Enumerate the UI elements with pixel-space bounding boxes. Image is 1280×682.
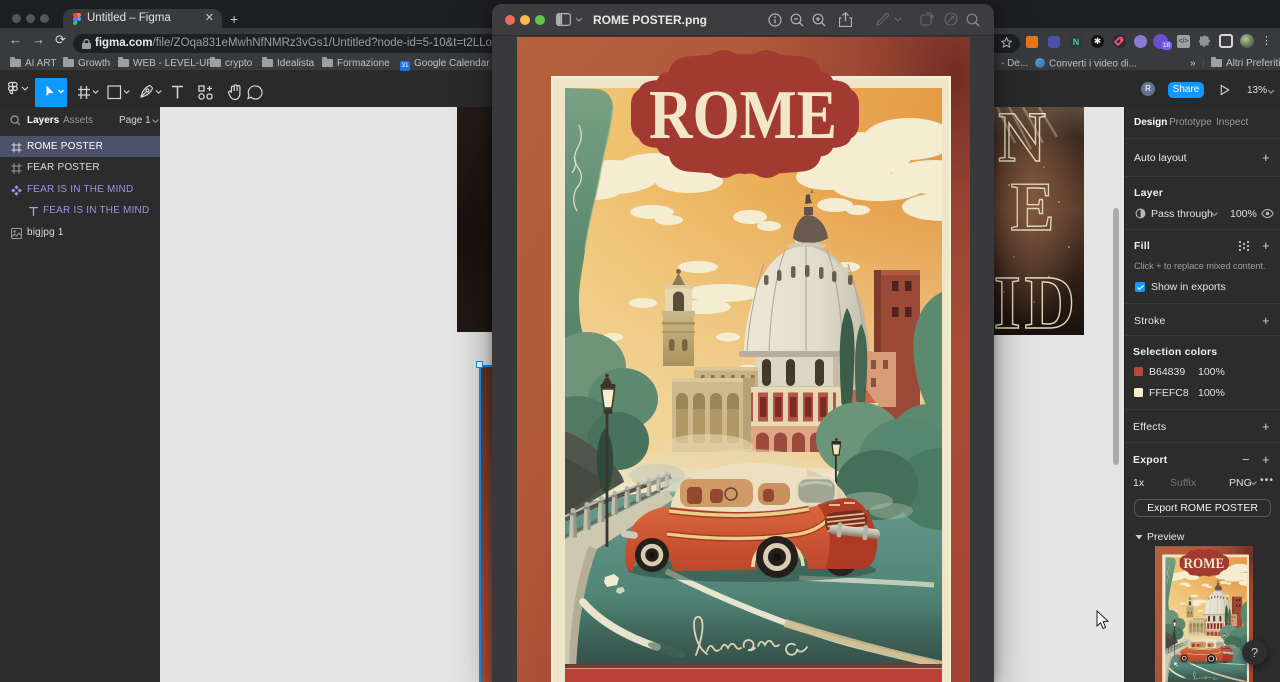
svg-text:E: E [1011, 167, 1055, 245]
svg-text:ID: ID [994, 260, 1079, 335]
